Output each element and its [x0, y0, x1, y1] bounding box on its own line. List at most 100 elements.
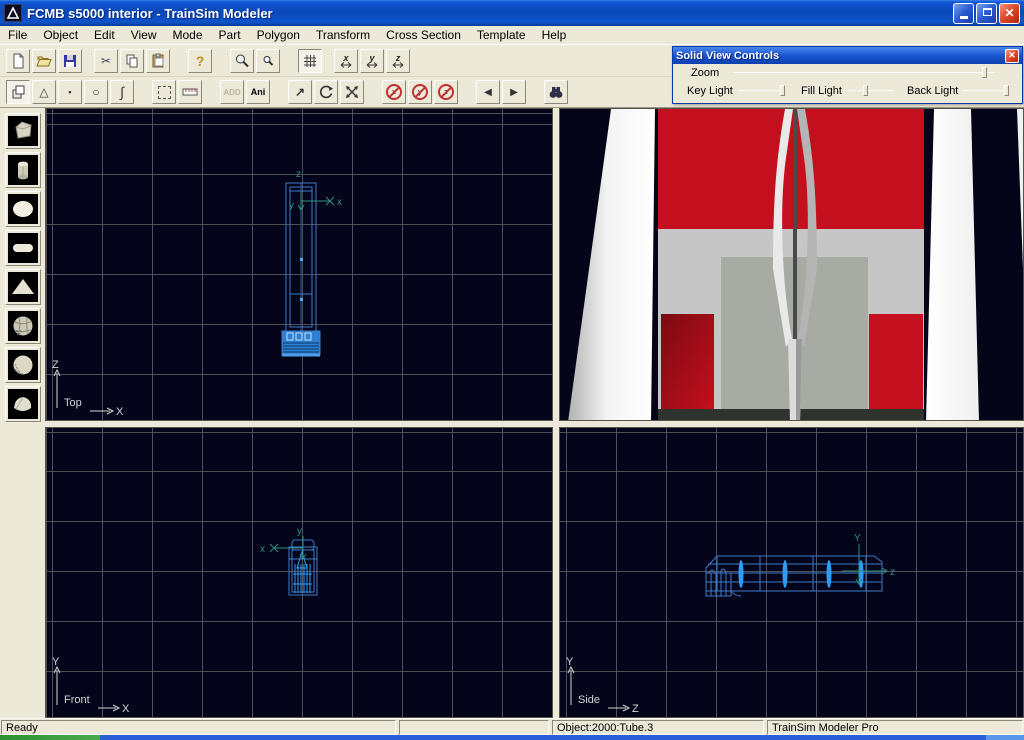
taskbar-edge[interactable]	[0, 735, 1024, 740]
menu-cross-section[interactable]: Cross Section	[378, 27, 469, 43]
move-button[interactable]: ↗	[288, 80, 312, 104]
restore-button[interactable]	[976, 3, 997, 24]
dialog-title: Solid View Controls	[676, 50, 1005, 62]
dome-tool-button[interactable]	[5, 386, 41, 422]
sphere-icon	[10, 196, 36, 222]
open-file-button[interactable]	[32, 49, 56, 73]
menubar: File Object Edit View Mode Part Polygon …	[0, 26, 1024, 44]
titlebar[interactable]: FCMB s5000 interior - TrainSim Modeler ✕	[0, 0, 1024, 26]
zoom-slider[interactable]	[733, 67, 995, 78]
capsule-tool-button[interactable]	[5, 230, 41, 266]
lock-y-icon: y	[412, 84, 428, 100]
capsule-icon	[10, 235, 36, 261]
menu-help[interactable]: Help	[534, 27, 575, 43]
paste-button[interactable]	[146, 49, 170, 73]
status-object-info: Object:2000:Tube.3	[552, 720, 764, 735]
key-light-slider[interactable]	[739, 85, 785, 96]
menu-mode[interactable]: Mode	[165, 27, 211, 43]
svg-text:x: x	[337, 197, 342, 208]
statusbar: Ready Object:2000:Tube.3 TrainSim Modele…	[0, 718, 1024, 735]
zoom-slider-thumb[interactable]	[982, 67, 987, 78]
grid-icon	[302, 53, 318, 69]
menu-edit[interactable]: Edit	[86, 27, 123, 43]
fill-light-slider[interactable]	[847, 85, 893, 96]
viewport-side[interactable]: Y z Y Side Z	[559, 427, 1024, 718]
solid-view-controls-dialog[interactable]: Solid View Controls ✕ Zoom Key Light Fil…	[672, 46, 1023, 104]
cube-tool-button[interactable]	[5, 113, 41, 149]
menu-file[interactable]: File	[0, 27, 35, 43]
back-light-slider[interactable]	[963, 85, 1009, 96]
status-app-name: TrainSim Modeler Pro	[767, 720, 1023, 735]
fill-light-thumb[interactable]	[863, 85, 868, 96]
axis-x-button[interactable]: x	[334, 49, 358, 73]
start-button-edge[interactable]	[0, 735, 100, 740]
copy-button[interactable]	[120, 49, 144, 73]
minimize-button[interactable]	[953, 3, 974, 24]
cylinder-tool-button[interactable]	[5, 152, 41, 188]
menu-transform[interactable]: Transform	[308, 27, 378, 43]
svg-text:Y: Y	[52, 656, 60, 668]
geosphere-tool-button[interactable]	[5, 308, 41, 344]
svg-text:Y: Y	[854, 533, 861, 544]
next-button[interactable]: ▶	[502, 80, 526, 104]
cone-tool-button[interactable]	[5, 269, 41, 305]
magnifier-icon	[234, 53, 250, 69]
viewport-solid[interactable]	[559, 108, 1024, 421]
geosphere-icon	[10, 313, 36, 339]
save-floppy-icon	[62, 53, 78, 69]
zoom-slider-label: Zoom	[691, 67, 719, 79]
dialog-close-button[interactable]: ✕	[1005, 49, 1019, 63]
prev-button[interactable]: ◀	[476, 80, 500, 104]
status-ready: Ready	[1, 720, 396, 735]
circle-mode-button[interactable]: ○	[84, 80, 108, 104]
menu-template[interactable]: Template	[469, 27, 534, 43]
fill-light-label: Fill Light	[801, 85, 842, 97]
ruler-button[interactable]	[178, 80, 202, 104]
key-light-thumb[interactable]	[780, 85, 785, 96]
menu-polygon[interactable]: Polygon	[249, 27, 308, 43]
magnifier-small-icon	[260, 53, 276, 69]
cone-icon	[10, 274, 36, 300]
lock-z-button[interactable]: z	[434, 80, 458, 104]
animation-button[interactable]: Ani	[246, 80, 270, 104]
menu-view[interactable]: View	[123, 27, 165, 43]
axis-z-button[interactable]: z	[386, 49, 410, 73]
close-button[interactable]: ✕	[999, 3, 1020, 24]
shape-toolbox	[0, 108, 45, 718]
zoom-out-button[interactable]	[256, 49, 280, 73]
svg-text:x: x	[260, 544, 265, 555]
triangle-icon: △	[39, 85, 48, 99]
point-mode-button[interactable]: ▪	[58, 80, 82, 104]
viewport-top[interactable]: z y x Z Top X	[45, 108, 553, 421]
rotate-button[interactable]	[314, 80, 338, 104]
lock-x-button[interactable]: x	[382, 80, 406, 104]
sphere-tool-button[interactable]	[5, 191, 41, 227]
svg-text:X: X	[116, 406, 124, 416]
lock-y-button[interactable]: y	[408, 80, 432, 104]
selection-rect-icon	[158, 86, 171, 99]
new-file-button[interactable]	[6, 49, 30, 73]
help-button[interactable]: ?	[188, 49, 212, 73]
select-rect-button[interactable]	[152, 80, 176, 104]
axis-y-button[interactable]: y	[360, 49, 384, 73]
svg-text:Z: Z	[52, 359, 59, 371]
menu-object[interactable]: Object	[35, 27, 86, 43]
axis-x-icon: x	[338, 53, 354, 69]
scale-button[interactable]	[340, 80, 364, 104]
find-button[interactable]	[544, 80, 568, 104]
zoom-in-button[interactable]	[230, 49, 254, 73]
save-button[interactable]	[58, 49, 82, 73]
dialog-titlebar[interactable]: Solid View Controls ✕	[673, 47, 1022, 64]
lock-z-icon: z	[438, 84, 454, 100]
dome-icon	[10, 391, 36, 417]
cut-button[interactable]: ✂	[94, 49, 118, 73]
object-mode-button[interactable]	[6, 80, 30, 104]
back-light-thumb[interactable]	[1004, 85, 1009, 96]
svg-text:y: y	[368, 53, 375, 63]
grid-toggle-button[interactable]	[298, 49, 322, 73]
sphere2-tool-button[interactable]	[5, 347, 41, 383]
polygon-mode-button[interactable]: △	[32, 80, 56, 104]
menu-part[interactable]: Part	[211, 27, 249, 43]
viewport-front[interactable]: y x Y Front X	[45, 427, 553, 718]
spline-mode-button[interactable]: ∫	[110, 80, 134, 104]
